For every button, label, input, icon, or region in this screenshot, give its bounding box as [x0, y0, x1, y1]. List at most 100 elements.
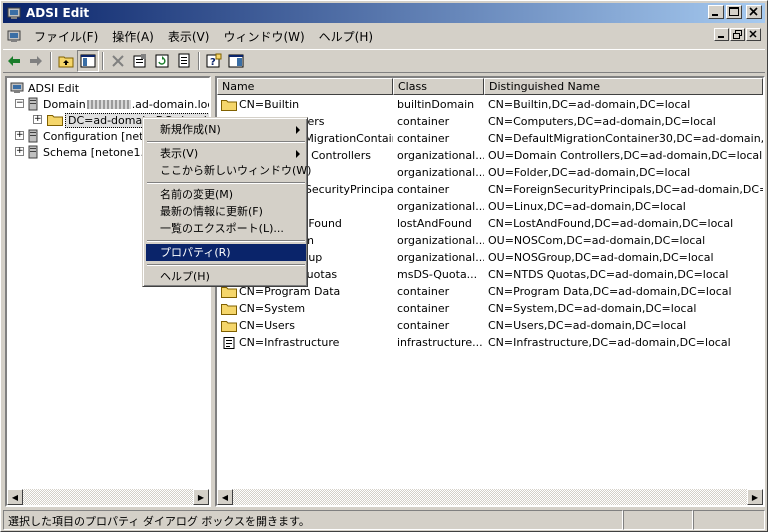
- menu-item-rename[interactable]: 名前の変更(M): [146, 186, 306, 203]
- title-bar[interactable]: ADSI Edit: [3, 3, 765, 23]
- forward-button[interactable]: [25, 50, 47, 72]
- list-row[interactable]: CN=System container CN=System,DC=ad-domain…: [217, 300, 763, 317]
- child-close-button[interactable]: [746, 28, 761, 41]
- cell-name: CN=System: [217, 302, 393, 315]
- tree-item-adsi-edit[interactable]: ADSI Edit: [9, 80, 79, 96]
- tree-item-schema[interactable]: Schema [netone1.a: [27, 144, 151, 160]
- list-row[interactable]: CN=Infrastructure infrastructure... CN=Inf…: [217, 334, 763, 351]
- cell-distinguished-name: CN=ForeignSecurityPrincipals,DC=ad-domai…: [488, 183, 763, 196]
- close-button[interactable]: [746, 5, 762, 19]
- cell-class: organizational...: [397, 234, 484, 247]
- delete-button[interactable]: [107, 50, 129, 72]
- window-title: ADSI Edit: [26, 6, 90, 20]
- back-button[interactable]: [3, 50, 25, 72]
- help-icon: ?: [206, 53, 222, 68]
- toolbar-separator: [50, 52, 52, 70]
- tree-horizontal-scrollbar[interactable]: ◀ ▶: [7, 489, 209, 505]
- cell-class: lostAndFound: [397, 217, 472, 230]
- tree-label: Schema [netone1.a: [43, 145, 151, 159]
- cell-distinguished-name: OU=NOSGroup,DC=ad-domain,DC=local: [488, 251, 714, 264]
- menu-item-help[interactable]: ヘルプ(H): [146, 268, 306, 285]
- column-header-name[interactable]: Name: [217, 78, 393, 95]
- minimize-button[interactable]: [708, 5, 724, 19]
- cell-distinguished-name: OU=Folder,DC=ad-domain,DC=local: [488, 166, 691, 179]
- expand-toggle[interactable]: +: [15, 147, 24, 156]
- cell-class: container: [397, 302, 450, 315]
- cell-name-text: CN=Users: [239, 319, 295, 332]
- menu-item-view[interactable]: 表示(V): [146, 145, 306, 162]
- expand-toggle[interactable]: +: [33, 115, 42, 124]
- cell-distinguished-name: CN=Computers,DC=ad-domain,DC=local: [488, 115, 716, 128]
- menu-separator: [147, 264, 305, 266]
- menu-window[interactable]: ウィンドウ(W): [216, 28, 311, 45]
- server-icon: [28, 97, 38, 111]
- column-header-class[interactable]: Class: [393, 78, 484, 95]
- refresh-button[interactable]: [151, 50, 173, 72]
- status-panel: [693, 510, 765, 530]
- cell-distinguished-name: CN=DefaultMigrationContainer30,DC=ad-dom…: [488, 132, 763, 145]
- adsi-edit-icon: [10, 82, 24, 93]
- menu-item-new-window[interactable]: ここから新しいウィンドウ(W): [146, 162, 311, 179]
- expand-toggle[interactable]: +: [15, 131, 24, 140]
- folder-icon: [221, 99, 237, 111]
- maximize-button[interactable]: [726, 5, 742, 19]
- up-one-level-button[interactable]: [55, 50, 77, 72]
- export-list-icon: [178, 53, 190, 68]
- properties-button[interactable]: [129, 50, 151, 72]
- minimize-icon: [718, 36, 724, 38]
- status-text: 選択した項目のプロパティ ダイアログ ボックスを開きます。: [3, 510, 623, 530]
- forward-arrow-icon: [30, 56, 42, 66]
- scroll-left-button[interactable]: ◀: [7, 489, 23, 505]
- menu-help[interactable]: ヘルプ(H): [312, 28, 380, 45]
- child-window-icon[interactable]: [5, 27, 23, 45]
- scrollbar-track[interactable]: [233, 489, 747, 505]
- menu-view[interactable]: 表示(V): [161, 28, 217, 45]
- cell-distinguished-name: OU=Domain Controllers,DC=ad-domain,DC=lo…: [488, 149, 763, 162]
- cell-distinguished-name: CN=NTDS Quotas,DC=ad-domain,DC=local: [488, 268, 729, 281]
- svg-text:?: ?: [210, 57, 216, 68]
- refresh-icon: [155, 54, 169, 68]
- back-arrow-icon: [8, 56, 20, 66]
- cell-name: CN=Infrastructure: [217, 336, 393, 350]
- scroll-right-button[interactable]: ▶: [193, 489, 209, 505]
- menu-item-refresh[interactable]: 最新の情報に更新(F): [146, 203, 306, 220]
- cell-class: container: [397, 183, 450, 196]
- menu-item-label: 新規作成(N): [160, 123, 221, 136]
- export-list-button[interactable]: [173, 50, 195, 72]
- action-pane-icon: [228, 54, 244, 68]
- cell-distinguished-name: OU=Linux,DC=ad-domain,DC=local: [488, 200, 686, 213]
- adsi-edit-app-icon: [7, 7, 21, 19]
- cell-name-text: CN=System: [239, 302, 306, 315]
- child-minimize-button[interactable]: [714, 28, 729, 41]
- show-hide-tree-button[interactable]: [77, 50, 99, 72]
- console-tree-icon: [80, 54, 96, 68]
- list-row[interactable]: CN=Builtin builtinDomain CN=Builtin,DC=ad-…: [217, 96, 763, 113]
- column-header-dn[interactable]: Distinguished Name: [484, 78, 763, 95]
- maximize-icon: [729, 7, 739, 16]
- list-row[interactable]: CN=Users container CN=Users,DC=ad-domain,D…: [217, 317, 763, 334]
- list-horizontal-scrollbar[interactable]: ◀ ▶: [217, 489, 763, 505]
- menu-item-properties[interactable]: プロパティ(R): [146, 244, 306, 261]
- scrollbar-track[interactable]: [23, 489, 193, 505]
- child-restore-button[interactable]: [730, 28, 745, 41]
- menu-action[interactable]: 操作(A): [105, 28, 161, 45]
- status-bar: 選択した項目のプロパティ ダイアログ ボックスを開きます。: [3, 510, 765, 530]
- tree-item-configuration[interactable]: Configuration [net: [27, 128, 143, 144]
- menu-item-export-list[interactable]: 一覧のエクスポート(L)...: [146, 220, 306, 237]
- help-button[interactable]: ?: [203, 50, 225, 72]
- collapse-toggle[interactable]: −: [15, 99, 24, 108]
- scroll-right-button[interactable]: ▶: [747, 489, 763, 505]
- left-triangle-icon: ◀: [11, 492, 19, 502]
- close-icon: [749, 7, 758, 16]
- menu-file[interactable]: ファイル(F): [27, 28, 105, 45]
- action-pane-button[interactable]: [225, 50, 247, 72]
- menu-item-new[interactable]: 新規作成(N): [146, 121, 306, 138]
- folder-up-icon: [58, 56, 74, 68]
- cell-class: container: [397, 115, 450, 128]
- server-icon: [28, 145, 38, 159]
- tree-item-domain[interactable]: Domain .ad-domain.loc: [27, 96, 209, 112]
- cell-distinguished-name: OU=NOSCom,DC=ad-domain,DC=local: [488, 234, 706, 247]
- scroll-left-button[interactable]: ◀: [217, 489, 233, 505]
- cell-distinguished-name: CN=Program Data,DC=ad-domain,DC=local: [488, 285, 732, 298]
- cell-distinguished-name: CN=Builtin,DC=ad-domain,DC=local: [488, 98, 691, 111]
